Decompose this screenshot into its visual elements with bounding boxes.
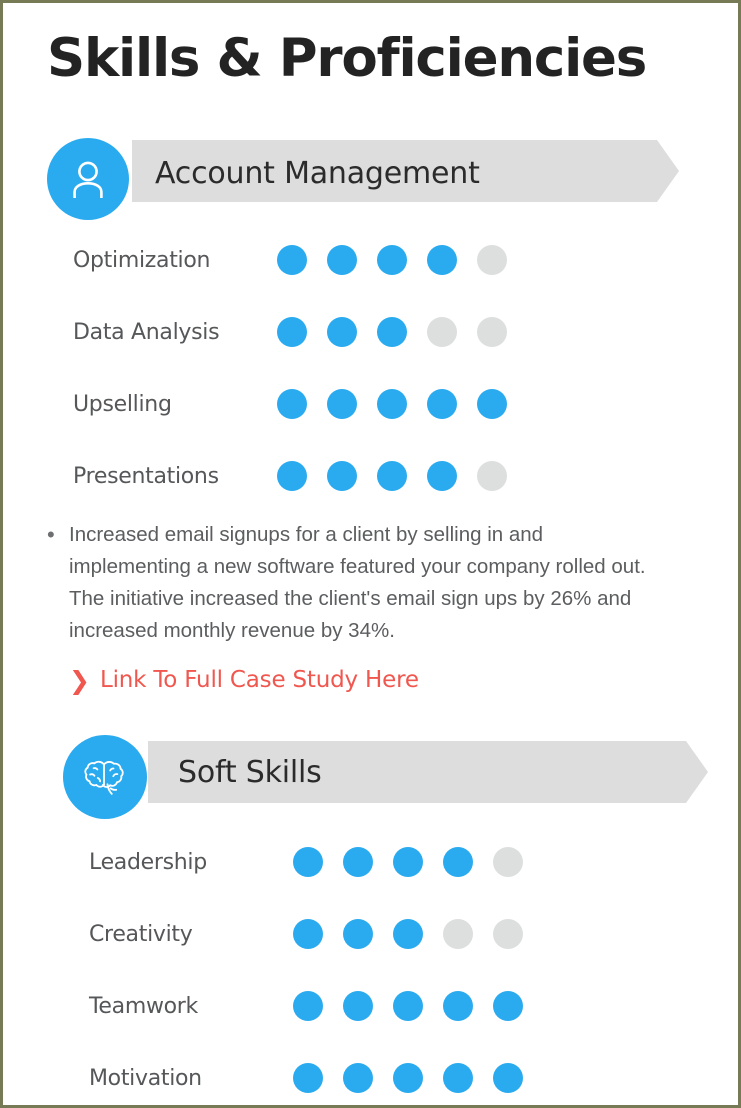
skill-row: Motivation bbox=[89, 1055, 523, 1101]
person-icon-circle bbox=[47, 138, 129, 220]
rating-dot-filled bbox=[443, 991, 473, 1021]
rating-dot-filled bbox=[377, 245, 407, 275]
achievement-bullet: • Increased email signups for a client b… bbox=[47, 519, 667, 647]
rating-dot-filled bbox=[277, 317, 307, 347]
rating-dot-filled bbox=[377, 317, 407, 347]
skill-row: Teamwork bbox=[89, 983, 523, 1029]
skill-row: Leadership bbox=[89, 839, 523, 885]
rating-dot-filled bbox=[343, 991, 373, 1021]
rating-dot-filled bbox=[277, 245, 307, 275]
rating-dot-filled bbox=[293, 991, 323, 1021]
skill-row: Upselling bbox=[73, 381, 507, 427]
page-title: Skills & Proficiencies bbox=[47, 28, 647, 89]
skill-rating-dots bbox=[277, 245, 507, 275]
chevron-right-icon: ❯ bbox=[69, 665, 90, 695]
rating-dot-filled bbox=[327, 317, 357, 347]
rating-dot-filled bbox=[343, 1063, 373, 1093]
skill-label: Motivation bbox=[89, 1065, 202, 1091]
skill-label: Teamwork bbox=[89, 993, 198, 1019]
brain-icon-circle bbox=[63, 735, 147, 819]
skill-label: Optimization bbox=[73, 247, 211, 273]
rating-dot-filled bbox=[327, 461, 357, 491]
rating-dot-filled bbox=[393, 991, 423, 1021]
section-header-soft-skills: Soft Skills bbox=[63, 735, 708, 819]
rating-dot-filled bbox=[477, 389, 507, 419]
skill-label: Presentations bbox=[73, 463, 219, 489]
rating-dot-filled bbox=[327, 389, 357, 419]
skill-rating-dots bbox=[293, 847, 523, 877]
skill-label: Leadership bbox=[89, 849, 207, 875]
rating-dot-filled bbox=[343, 919, 373, 949]
skill-row: Data Analysis bbox=[73, 309, 507, 355]
section-title-account-management: Account Management bbox=[155, 156, 480, 191]
skill-row: Creativity bbox=[89, 911, 523, 957]
rating-dot-filled bbox=[277, 389, 307, 419]
rating-dot-filled bbox=[277, 461, 307, 491]
rating-dot-empty bbox=[427, 317, 457, 347]
section-banner-arrow bbox=[686, 741, 708, 803]
rating-dot-filled bbox=[393, 847, 423, 877]
section-title-soft-skills: Soft Skills bbox=[178, 755, 322, 790]
rating-dot-filled bbox=[293, 847, 323, 877]
page-inner: Skills & Proficiencies Account Managemen… bbox=[3, 3, 738, 1105]
rating-dot-filled bbox=[427, 245, 457, 275]
rating-dot-filled bbox=[443, 847, 473, 877]
person-icon bbox=[71, 160, 105, 198]
rating-dot-empty bbox=[477, 317, 507, 347]
case-study-link-label: Link To Full Case Study Here bbox=[99, 667, 419, 693]
rating-dot-filled bbox=[393, 1063, 423, 1093]
section-banner-arrow bbox=[657, 140, 679, 202]
rating-dot-filled bbox=[427, 461, 457, 491]
skill-rating-dots bbox=[293, 919, 523, 949]
case-study-link[interactable]: ❯ Link To Full Case Study Here bbox=[69, 667, 419, 693]
rating-dot-empty bbox=[477, 245, 507, 275]
achievement-text: Increased email signups for a client by … bbox=[69, 523, 646, 642]
skill-rating-dots bbox=[277, 317, 507, 347]
rating-dot-empty bbox=[443, 919, 473, 949]
resume-skills-page: Skills & Proficiencies Account Managemen… bbox=[0, 0, 741, 1108]
rating-dot-filled bbox=[343, 847, 373, 877]
skill-rating-dots bbox=[293, 991, 523, 1021]
skill-label: Upselling bbox=[73, 391, 172, 417]
skill-label: Data Analysis bbox=[73, 319, 220, 345]
skill-row: Presentations bbox=[73, 453, 507, 499]
rating-dot-filled bbox=[293, 1063, 323, 1093]
skill-rating-dots bbox=[277, 389, 507, 419]
rating-dot-empty bbox=[493, 847, 523, 877]
skill-rating-dots bbox=[293, 1063, 523, 1093]
rating-dot-empty bbox=[477, 461, 507, 491]
rating-dot-filled bbox=[427, 389, 457, 419]
rating-dot-filled bbox=[393, 919, 423, 949]
rating-dot-filled bbox=[327, 245, 357, 275]
section-header-account-management: Account Management bbox=[47, 138, 687, 220]
skill-rating-dots bbox=[277, 461, 507, 491]
rating-dot-filled bbox=[377, 389, 407, 419]
bullet-marker-icon: • bbox=[47, 522, 55, 547]
rating-dot-empty bbox=[493, 919, 523, 949]
rating-dot-filled bbox=[377, 461, 407, 491]
skill-row: Optimization bbox=[73, 237, 507, 283]
rating-dot-filled bbox=[493, 991, 523, 1021]
brain-icon bbox=[83, 758, 127, 796]
rating-dot-filled bbox=[293, 919, 323, 949]
rating-dot-filled bbox=[493, 1063, 523, 1093]
rating-dot-filled bbox=[443, 1063, 473, 1093]
skill-label: Creativity bbox=[89, 921, 193, 947]
